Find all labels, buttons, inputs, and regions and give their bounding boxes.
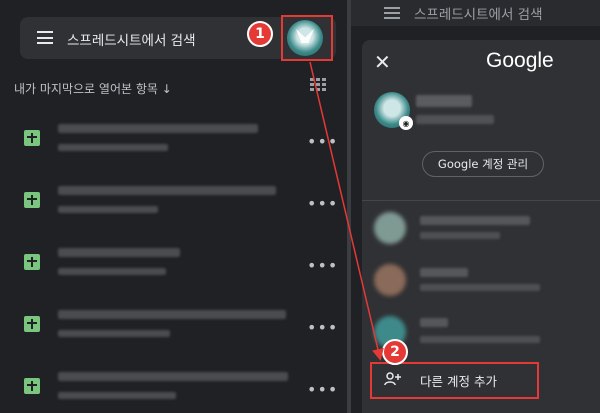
sheets-file-icon <box>24 192 40 208</box>
sheets-file-icon <box>24 254 40 270</box>
account-row[interactable] <box>362 204 600 252</box>
account-row[interactable] <box>362 256 600 304</box>
grid-view-icon[interactable] <box>310 78 326 92</box>
redacted-account-name <box>416 95 472 107</box>
camera-icon[interactable]: ◉ <box>399 116 413 130</box>
spreadsheets-home: 스프레드시트에서 검색 내가 마지막으로 열어본 항목 ↓ ••• ••• ••… <box>0 0 347 413</box>
redacted-account-name <box>420 268 468 277</box>
redacted-file-meta <box>58 330 170 337</box>
step1-badge: 1 <box>247 21 273 47</box>
redacted-account-email <box>420 336 540 343</box>
account-avatar <box>374 264 406 296</box>
account-avatar <box>374 212 406 244</box>
file-row[interactable]: ••• <box>0 298 347 360</box>
redacted-file-meta <box>58 144 168 151</box>
redacted-file-title <box>58 248 180 257</box>
redacted-account-email <box>420 284 540 291</box>
sheets-file-icon <box>24 378 40 394</box>
more-options-icon[interactable]: ••• <box>307 318 338 337</box>
manage-google-account-button[interactable]: Google 계정 관리 <box>422 151 544 177</box>
sort-label[interactable]: 내가 마지막으로 열어본 항목 ↓ <box>14 80 172 97</box>
sort-label-text: 내가 마지막으로 열어본 항목 <box>14 82 158 96</box>
redacted-account-name <box>420 216 530 225</box>
search-placeholder: 스프레드시트에서 검색 <box>67 33 196 49</box>
more-options-icon[interactable]: ••• <box>307 256 338 275</box>
redacted-file-meta <box>58 268 166 275</box>
file-row[interactable]: ••• <box>0 174 347 236</box>
file-row[interactable]: ••• <box>0 112 347 174</box>
sort-arrow-icon: ↓ <box>161 82 172 96</box>
menu-icon[interactable] <box>37 31 53 44</box>
file-row[interactable]: ••• <box>0 236 347 298</box>
more-options-icon[interactable]: ••• <box>307 380 338 399</box>
more-options-icon[interactable]: ••• <box>307 194 338 213</box>
redacted-file-title <box>58 310 286 319</box>
redacted-file-title <box>58 372 288 381</box>
step2-badge: 2 <box>382 339 408 365</box>
step2-highlight-box <box>370 362 539 399</box>
dimmed-search-text: 스프레드시트에서 검색 <box>414 7 543 23</box>
close-icon[interactable]: ✕ <box>374 52 391 72</box>
redacted-account-email <box>420 232 500 239</box>
redacted-file-meta <box>58 206 158 213</box>
redacted-file-meta <box>58 392 176 399</box>
divider <box>362 200 600 201</box>
menu-icon <box>384 7 400 22</box>
more-options-icon[interactable]: ••• <box>307 132 338 151</box>
sheets-file-icon <box>24 130 40 146</box>
step1-highlight-box <box>281 15 333 61</box>
dimmed-search-bar: 스프레드시트에서 검색 <box>351 0 600 26</box>
file-row[interactable]: ••• <box>0 360 347 413</box>
sheets-file-icon <box>24 316 40 332</box>
redacted-account-name <box>420 318 448 327</box>
google-logo: Google <box>486 49 554 72</box>
redacted-file-title <box>58 124 258 133</box>
redacted-file-title <box>58 186 276 195</box>
redacted-account-email <box>416 115 494 124</box>
